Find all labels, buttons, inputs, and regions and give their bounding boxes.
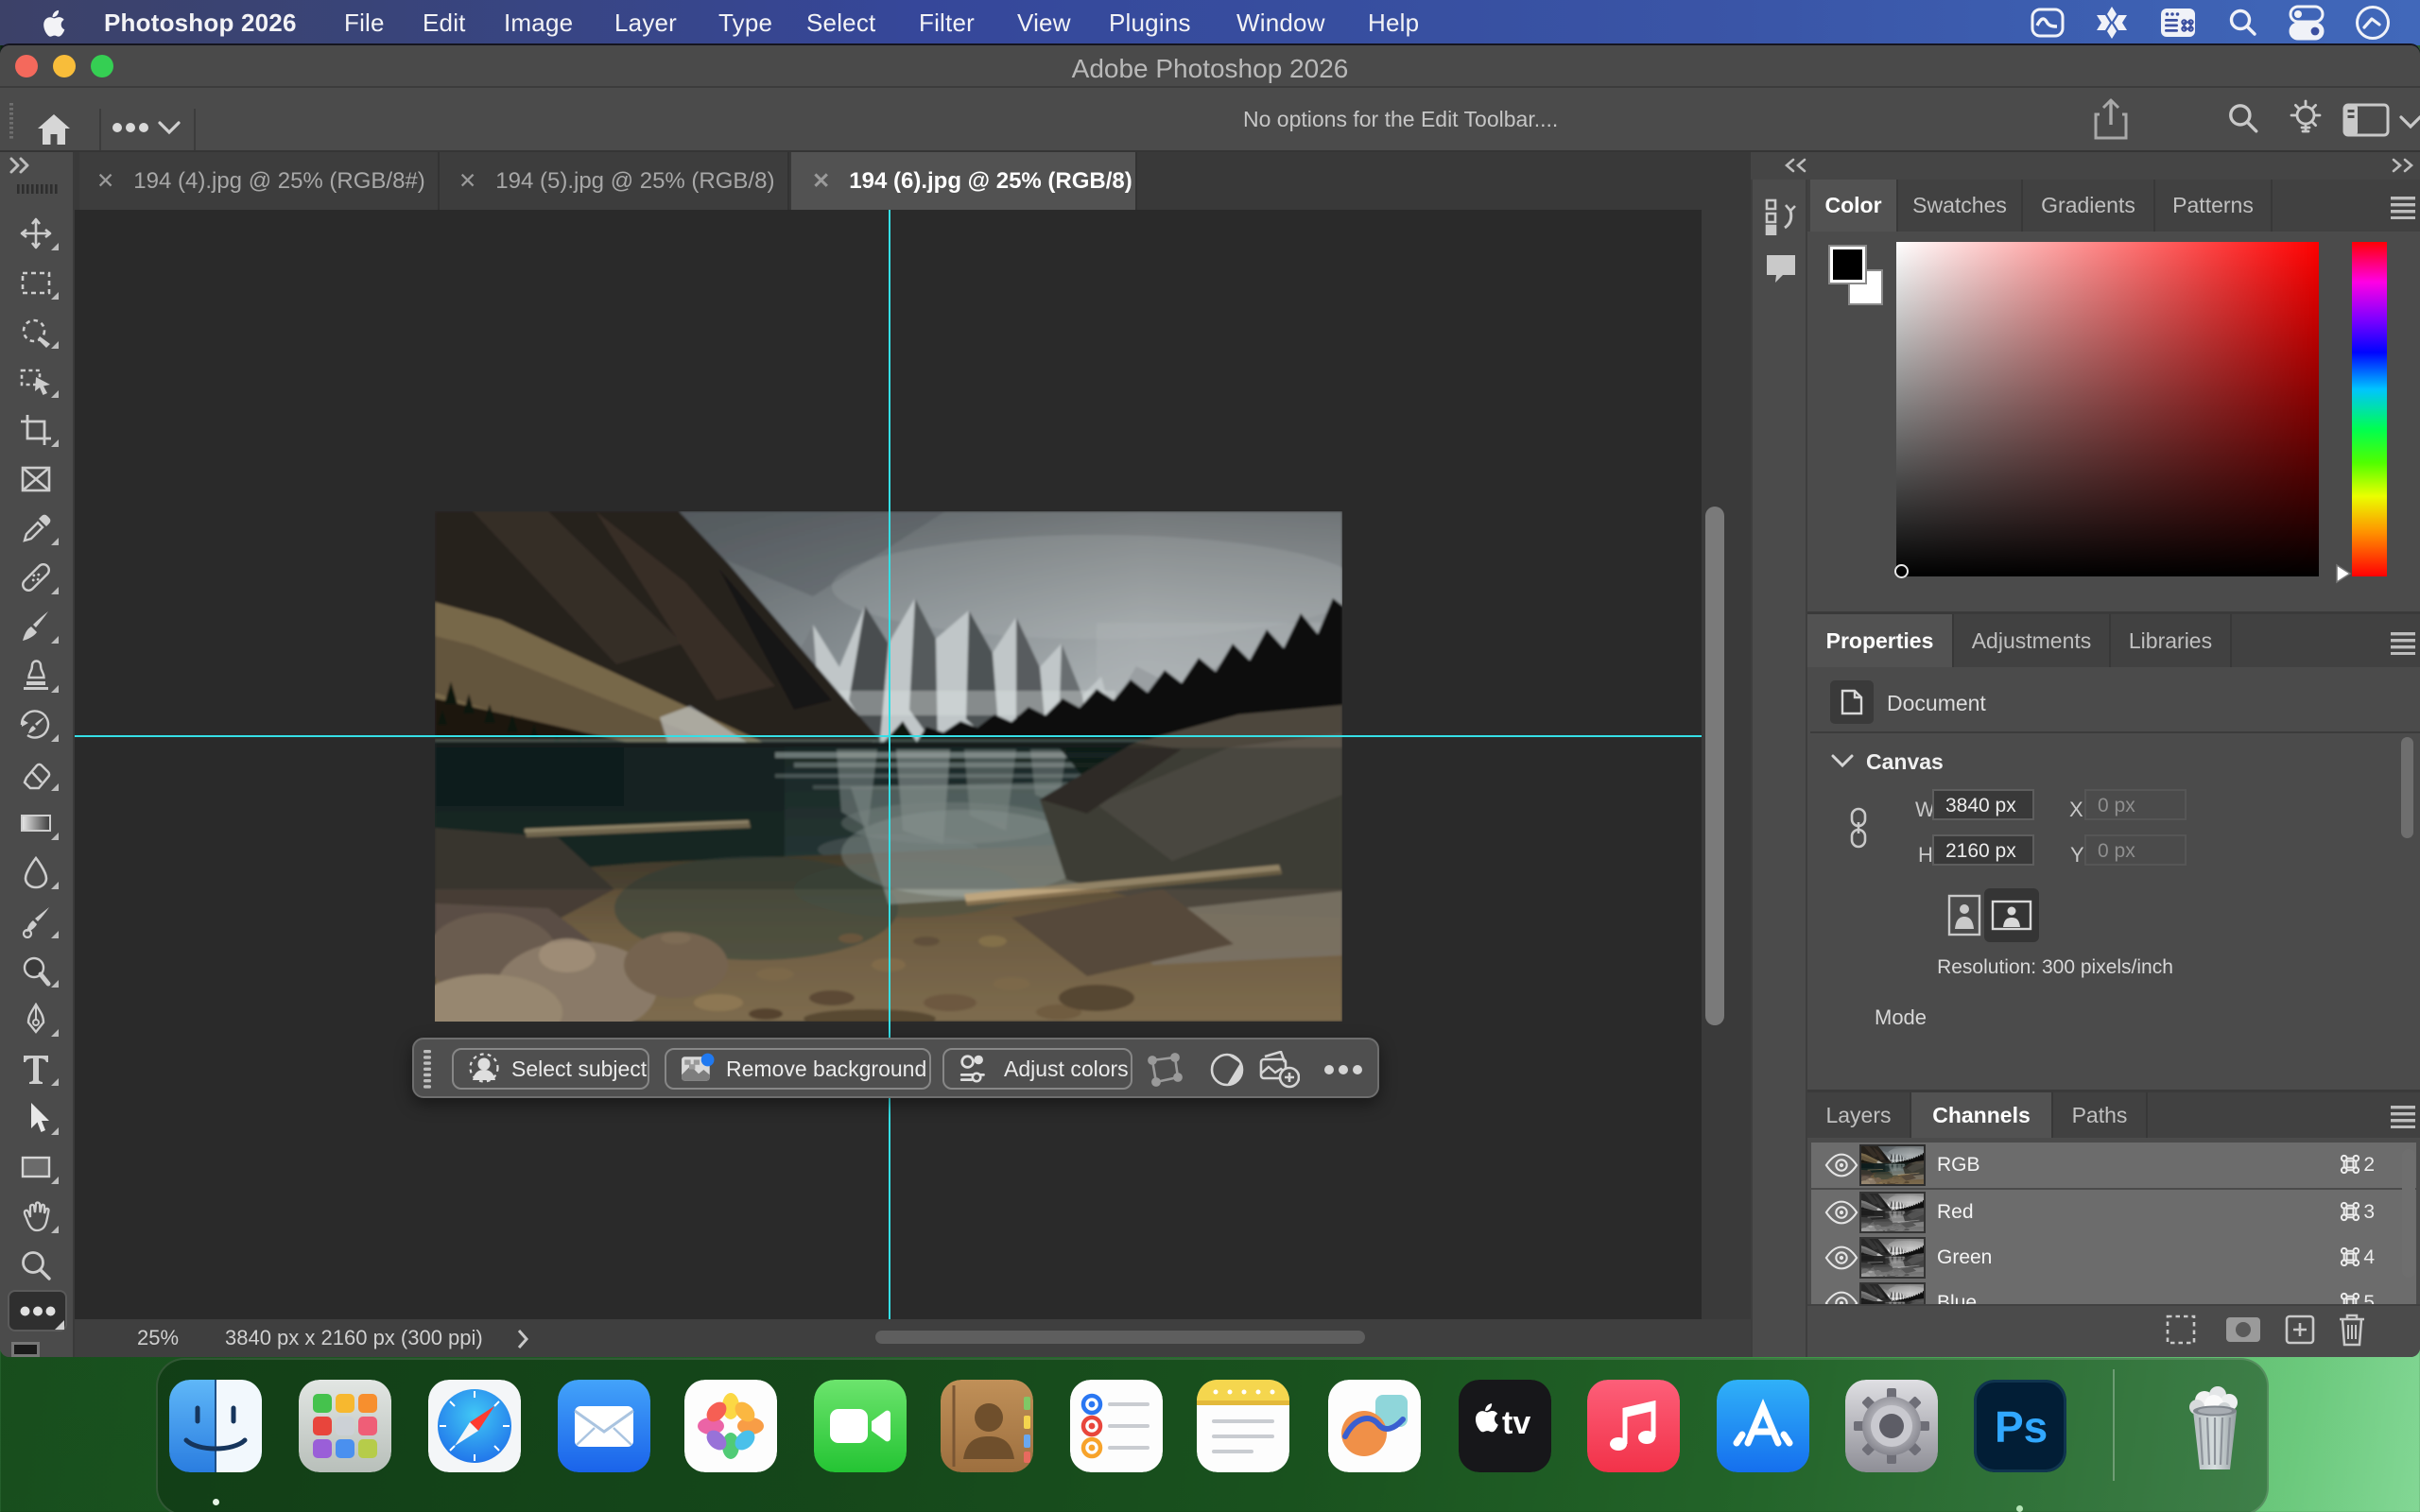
svg-text:tv: tv [1502, 1405, 1530, 1441]
svg-text:Ps: Ps [1995, 1402, 2048, 1452]
